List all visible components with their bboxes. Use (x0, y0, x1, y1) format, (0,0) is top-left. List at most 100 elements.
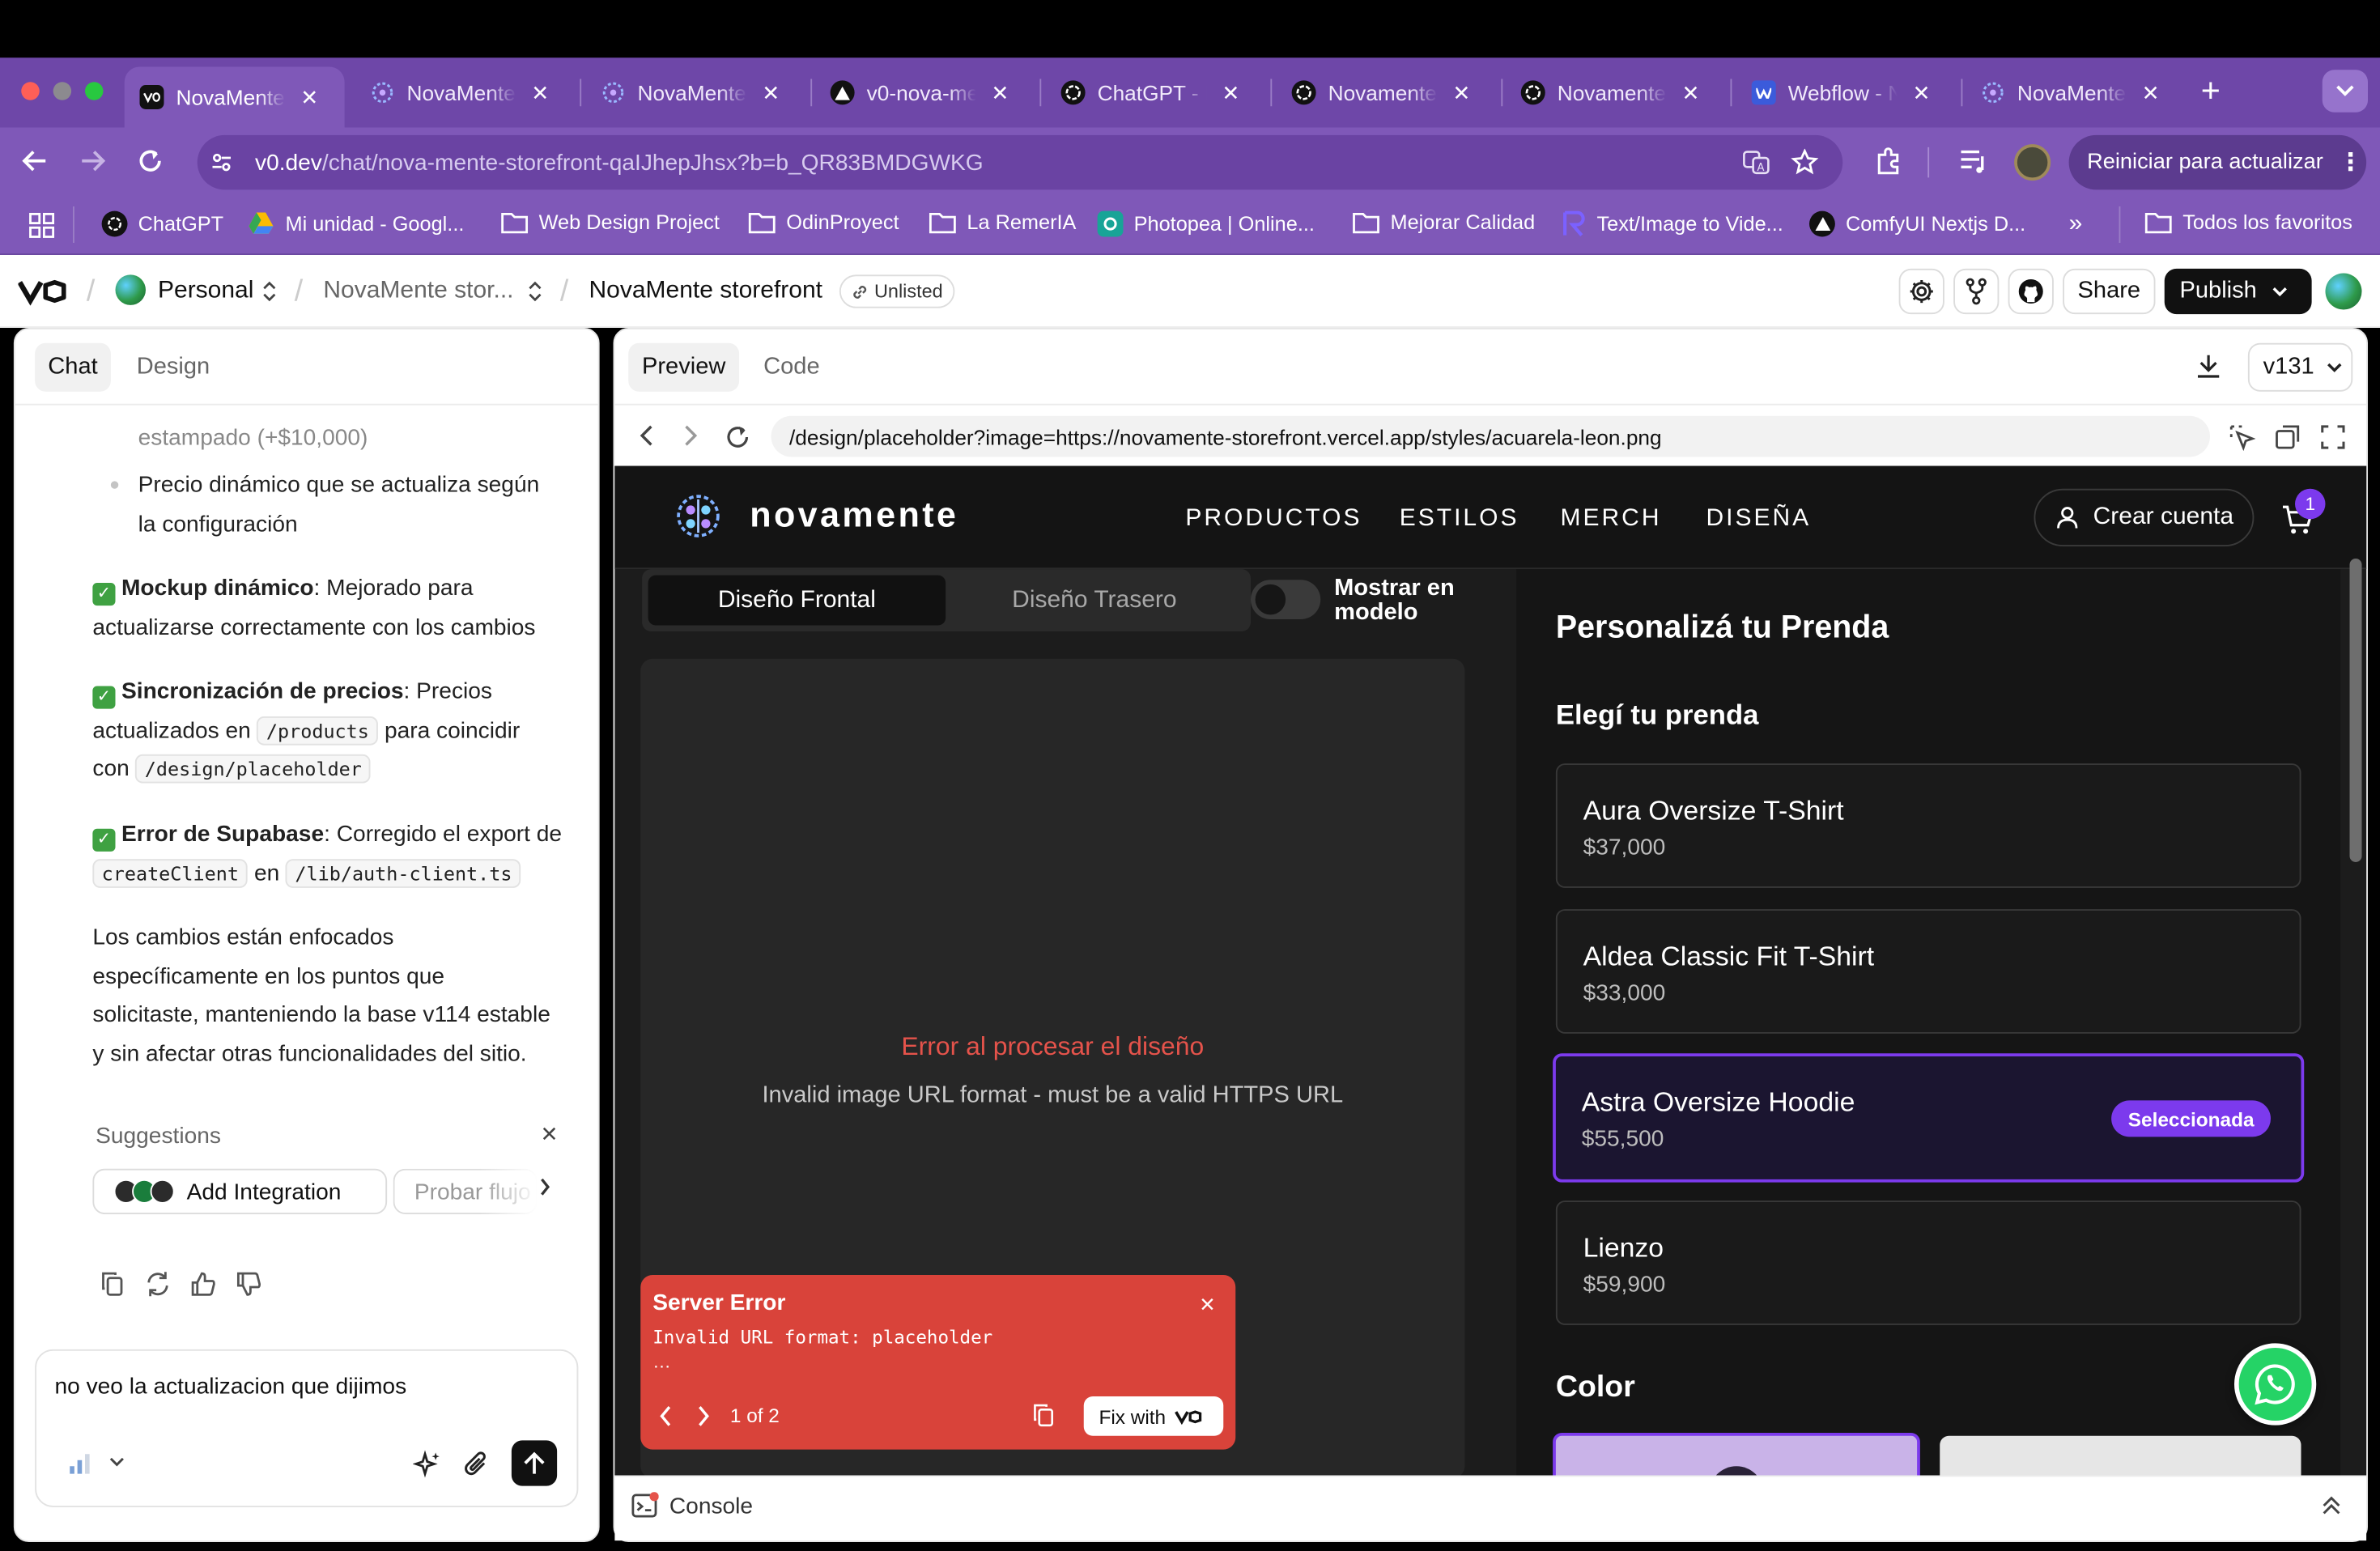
suggestion-chip[interactable]: Add Integration (92, 1168, 388, 1214)
tab-code[interactable]: Code (763, 354, 819, 381)
garment-card[interactable]: Aldea Classic Fit T-Shirt $33,000 (1555, 909, 2301, 1034)
media-control-icon[interactable] (1958, 147, 1989, 175)
close-icon[interactable]: ✕ (531, 79, 549, 105)
browser-tab[interactable]: NovaMente storefront ✕ (1966, 67, 2186, 119)
chevron-right-icon[interactable] (539, 1178, 551, 1196)
show-on-model-toggle[interactable] (1251, 580, 1321, 619)
v0-logo[interactable] (18, 276, 67, 307)
thumbs-up-icon[interactable] (189, 1270, 217, 1298)
tab-search-button[interactable] (2322, 70, 2368, 113)
bookmark-text-image-video[interactable]: Text/Image to Vide... (1562, 210, 1783, 237)
preview-scrollbar[interactable] (2349, 559, 2362, 862)
back-arrow-icon[interactable] (21, 147, 49, 175)
bookmark-photopea[interactable]: Photopea | Online... (1097, 210, 1315, 237)
site-info-icon[interactable] (210, 151, 234, 175)
bookmark-mejorar[interactable]: Mejorar Calidad (1353, 211, 1535, 234)
copy-icon[interactable] (1031, 1403, 1056, 1429)
suggestion-chip[interactable]: Probar flujo (393, 1168, 538, 1214)
close-icon[interactable]: ✕ (1199, 1294, 1215, 1318)
garment-card[interactable]: Lienzo $59,900 (1555, 1200, 2301, 1325)
version-selector[interactable]: v131 (2247, 342, 2353, 392)
copy-icon[interactable] (99, 1270, 126, 1298)
whatsapp-button[interactable] (2234, 1343, 2317, 1426)
new-tab-button[interactable]: + (2201, 72, 2221, 109)
unlisted-badge[interactable]: Unlisted (839, 274, 955, 308)
chevron-down-icon[interactable] (109, 1457, 125, 1468)
console-label[interactable]: Console (669, 1494, 753, 1519)
bookmark-remeria[interactable]: La RemerIA (929, 211, 1076, 234)
close-icon[interactable]: ✕ (1222, 79, 1239, 105)
close-icon[interactable]: ✕ (1913, 79, 1931, 105)
sparkles-icon[interactable] (413, 1450, 444, 1481)
chevrons-up-icon[interactable] (2321, 1495, 2342, 1516)
retry-icon[interactable] (144, 1270, 172, 1298)
preview-back-icon[interactable] (638, 423, 657, 448)
restart-update-button[interactable]: Reiniciar para actualizar ⋮ (2068, 134, 2367, 190)
garment-card[interactable]: Aura Oversize T-Shirt $37,000 (1555, 763, 2301, 888)
new-window-icon[interactable] (2274, 423, 2301, 451)
chat-input[interactable]: no veo la actualizacion que dijimos (55, 1374, 407, 1400)
window-maximize-button[interactable] (85, 82, 104, 100)
window-close-button[interactable] (21, 82, 40, 100)
nav-merch[interactable]: MERCH (1561, 505, 1662, 533)
brain-logo-icon[interactable] (673, 491, 725, 542)
close-icon[interactable]: ✕ (2142, 79, 2160, 105)
translate-icon[interactable]: A (1743, 149, 1770, 176)
bookmark-odin[interactable]: OdinProyect (748, 211, 899, 234)
bookmark-chatgpt[interactable]: ChatGPT (101, 210, 223, 237)
all-bookmarks-button[interactable]: Todos los favoritos (2144, 211, 2352, 234)
console-bar[interactable] (614, 1475, 2367, 1541)
preview-address-bar[interactable]: /design/placeholder?image=https://novame… (771, 415, 2210, 457)
forward-arrow-icon[interactable] (79, 147, 107, 175)
close-icon[interactable]: ✕ (1682, 79, 1700, 105)
tab-chat[interactable]: Chat (35, 342, 111, 392)
chevron-updown-icon[interactable] (261, 279, 278, 304)
preview-forward-icon[interactable] (682, 423, 700, 448)
tab-preview[interactable]: Preview (628, 342, 740, 392)
tab-front-design[interactable]: Diseño Frontal (648, 575, 946, 626)
browser-tab[interactable]: NovaMente storefront ✕ (355, 67, 576, 119)
garment-card-selected[interactable]: Astra Oversize Hoodie $55,500 Selecciona… (1553, 1053, 2305, 1183)
profile-avatar[interactable] (2014, 144, 2051, 181)
create-account-button[interactable]: Crear cuenta (2034, 488, 2255, 546)
bookmark-comfyui[interactable]: ComfyUI Nextjs D... (1809, 210, 2025, 237)
window-minimize-button[interactable] (53, 82, 72, 100)
chevron-updown-icon[interactable] (527, 279, 544, 304)
fork-button[interactable] (1953, 268, 2000, 315)
close-icon[interactable]: ✕ (1452, 79, 1470, 105)
reload-icon[interactable] (137, 147, 164, 175)
apps-grid-icon[interactable] (29, 212, 55, 239)
close-icon[interactable]: ✕ (762, 79, 780, 105)
browser-tab[interactable]: Novamente storefront ✕ (1277, 67, 1497, 119)
browser-tab[interactable]: NovaMente storefront ✕ (586, 67, 806, 119)
chevron-right-icon[interactable] (697, 1405, 711, 1426)
select-element-icon[interactable] (2229, 423, 2256, 451)
download-icon[interactable] (2195, 352, 2222, 380)
paperclip-icon[interactable] (463, 1450, 491, 1481)
team-name[interactable]: Personal (158, 278, 253, 305)
address-bar[interactable]: v0.dev /chat/nova-mente-storefront-qaIJh… (197, 134, 1843, 190)
browser-tab[interactable]: ChatGPT - NovaMente ✕ (1046, 67, 1266, 119)
fix-with-v0-button[interactable]: Fix with (1083, 1396, 1224, 1436)
site-brand[interactable]: novamente (750, 495, 958, 536)
browser-tab[interactable]: v0-nova-mente ✕ (815, 67, 1035, 119)
github-button[interactable] (2008, 268, 2054, 315)
extensions-icon[interactable] (1873, 146, 1904, 176)
browser-tab[interactable]: Webflow - NovaMente ✕ (1736, 67, 1957, 119)
send-button[interactable] (511, 1440, 558, 1486)
close-icon[interactable]: ✕ (300, 84, 318, 110)
tab-design[interactable]: Design (137, 354, 210, 381)
star-icon[interactable] (1791, 148, 1819, 176)
nav-productos[interactable]: PRODUCTOS (1185, 505, 1362, 533)
user-avatar[interactable] (2325, 273, 2362, 310)
bookmark-drive[interactable]: Mi unidad - Googl... (248, 211, 464, 236)
model-signal-icon[interactable] (68, 1451, 92, 1476)
browser-tab[interactable]: NovaMente storefront ✕ (124, 66, 345, 128)
thumbs-down-icon[interactable] (236, 1270, 263, 1298)
settings-button[interactable] (1898, 268, 1944, 315)
nav-disena[interactable]: DISEÑA (1706, 505, 1812, 533)
tab-back-design[interactable]: Diseño Trasero (946, 576, 1243, 626)
close-icon[interactable]: ✕ (541, 1122, 559, 1148)
preview-reload-icon[interactable] (724, 423, 751, 451)
browser-tab[interactable]: Novamente storefront ✕ (1506, 67, 1726, 119)
